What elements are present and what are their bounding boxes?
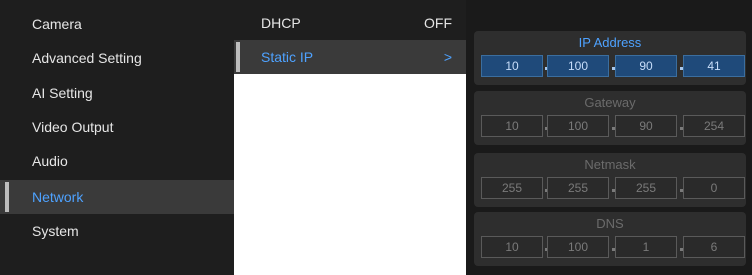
gateway-title: Gateway: [584, 95, 636, 110]
netmask-title: Netmask: [584, 157, 636, 172]
settings-sidebar: Camera Advanced Setting AI Setting Video…: [0, 0, 234, 275]
sidebar-item-network[interactable]: Network: [0, 180, 234, 214]
dns-title: DNS: [596, 216, 624, 231]
netmask-octet-3[interactable]: 255: [615, 177, 677, 199]
submenu-blank-area: [234, 74, 466, 275]
ip-address-group: IP Address 10 100 90 41: [474, 31, 746, 85]
dns-octet-1[interactable]: 10: [481, 236, 543, 258]
gateway-octet-1[interactable]: 10: [481, 115, 543, 137]
dhcp-label: DHCP: [261, 15, 301, 31]
gateway-octet-4[interactable]: 254: [683, 115, 745, 137]
dns-octet-4[interactable]: 6: [683, 236, 745, 258]
dhcp-value: OFF: [424, 15, 452, 31]
netmask-octet-4[interactable]: 0: [683, 177, 745, 199]
static-ip-row[interactable]: Static IP >: [234, 40, 466, 74]
ip-address-octet-2[interactable]: 100: [547, 55, 609, 77]
ip-address-title: IP Address: [578, 35, 642, 50]
netmask-octet-2[interactable]: 255: [547, 177, 609, 199]
gateway-group: Gateway 10 100 90 254: [474, 91, 746, 145]
netmask-group: Netmask 255 255 255 0: [474, 153, 746, 207]
gateway-octet-2[interactable]: 100: [547, 115, 609, 137]
ip-address-octet-3[interactable]: 90: [615, 55, 677, 77]
sidebar-item-system[interactable]: System: [0, 214, 234, 248]
dns-group: DNS 10 100 1 6: [474, 212, 746, 266]
dns-octet-2[interactable]: 100: [547, 236, 609, 258]
ip-address-octet-1[interactable]: 10: [481, 55, 543, 77]
sidebar-item-advanced-setting[interactable]: Advanced Setting: [0, 41, 234, 75]
sidebar-item-video-output[interactable]: Video Output: [0, 110, 234, 144]
ip-address-octet-4[interactable]: 41: [683, 55, 745, 77]
static-ip-panel: IP Address 10 100 90 41 Gateway 10 100 9…: [466, 0, 752, 275]
sidebar-item-audio[interactable]: Audio: [0, 144, 234, 178]
dns-octet-3[interactable]: 1: [615, 236, 677, 258]
static-ip-label: Static IP: [261, 49, 314, 65]
sidebar-item-camera[interactable]: Camera: [0, 7, 234, 41]
netmask-octet-1[interactable]: 255: [481, 177, 543, 199]
dhcp-row[interactable]: DHCP OFF: [234, 6, 466, 40]
network-submenu: DHCP OFF Static IP >: [234, 0, 466, 275]
gateway-octet-3[interactable]: 90: [615, 115, 677, 137]
sidebar-item-ai-setting[interactable]: AI Setting: [0, 76, 234, 110]
chevron-right-icon: >: [443, 49, 452, 65]
